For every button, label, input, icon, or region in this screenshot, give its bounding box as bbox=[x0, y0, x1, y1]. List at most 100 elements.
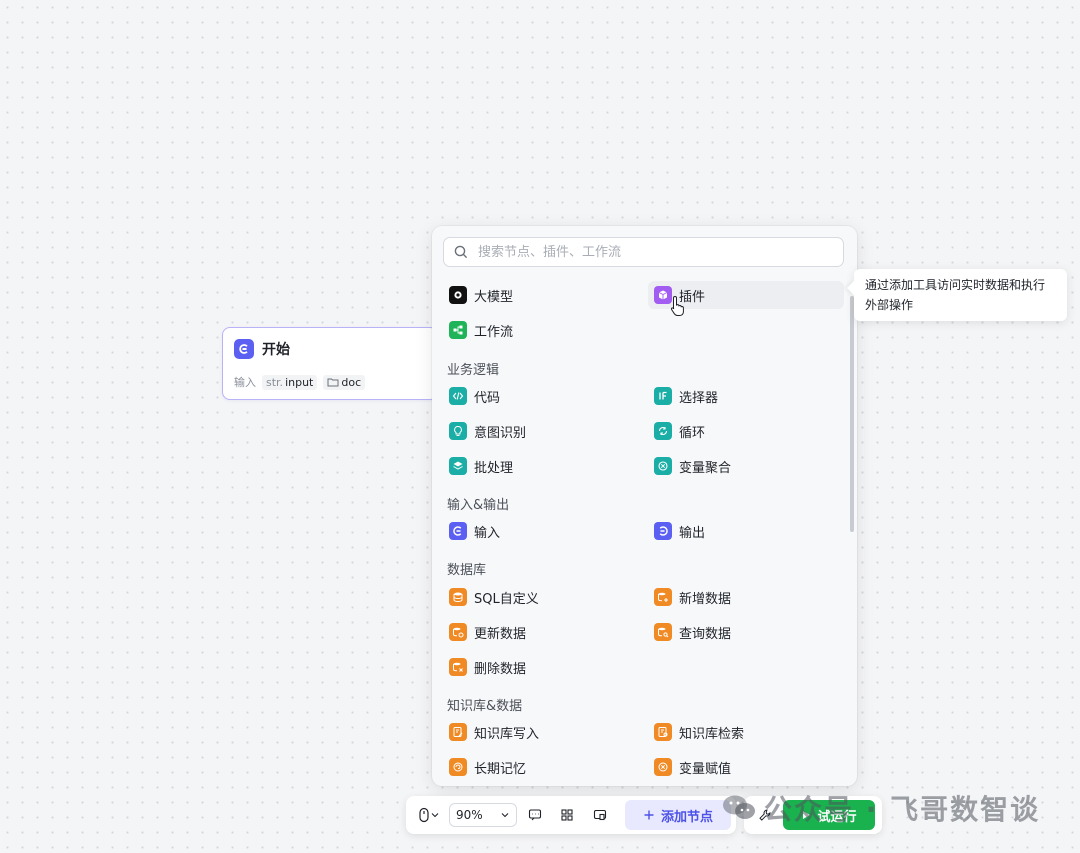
database-add-icon bbox=[654, 588, 672, 606]
node-item-aggregate[interactable]: 变量聚合 bbox=[648, 452, 844, 480]
add-node-label: 添加节点 bbox=[660, 809, 713, 825]
io-label: 输入 bbox=[234, 376, 256, 389]
node-item-assign-variable[interactable]: 变量赋值 bbox=[648, 753, 844, 781]
node-item-selector[interactable]: 选择器 bbox=[648, 382, 844, 410]
node-item-kb-write[interactable]: 知识库写入 bbox=[443, 718, 639, 746]
node-item-delete-data[interactable]: 删除数据 bbox=[443, 653, 639, 681]
param-name: input bbox=[285, 375, 314, 389]
node-item-label: 代码 bbox=[474, 390, 501, 406]
node-item-label: 输入 bbox=[474, 525, 501, 541]
code-icon bbox=[449, 387, 467, 405]
watermark-text: 公众号 · 飞哥数智谈 bbox=[764, 793, 1041, 826]
workflow-icon bbox=[449, 321, 467, 339]
plugin-tooltip: 通过添加工具访问实时数据和执行 外部操作 bbox=[854, 269, 1067, 321]
node-item-label: 意图识别 bbox=[474, 425, 527, 441]
node-item-intent[interactable]: 意图识别 bbox=[443, 417, 639, 445]
node-item-batch[interactable]: 批处理 bbox=[443, 452, 639, 480]
start-icon bbox=[234, 339, 254, 359]
chevron-down-icon bbox=[501, 813, 509, 818]
node-item-llm[interactable]: 大模型 bbox=[443, 281, 639, 309]
add-node-button[interactable]: 添加节点 bbox=[625, 800, 731, 830]
node-item-update-data[interactable]: 更新数据 bbox=[443, 618, 639, 646]
knowledge-search-icon bbox=[654, 723, 672, 741]
knowledge-write-icon bbox=[449, 723, 467, 741]
node-item-long-memory[interactable]: 长期记忆 bbox=[443, 753, 639, 781]
node-item-label: 知识库写入 bbox=[474, 726, 540, 742]
llm-icon bbox=[449, 286, 467, 304]
zoom-select[interactable]: 90% bbox=[449, 803, 517, 827]
if-icon bbox=[654, 387, 672, 405]
node-item-label: 删除数据 bbox=[474, 661, 527, 677]
tooltip-line-2: 外部操作 bbox=[865, 298, 914, 312]
param-type: str. bbox=[266, 375, 284, 389]
memory-icon bbox=[449, 758, 467, 776]
node-item-kb-search[interactable]: 知识库检索 bbox=[648, 718, 844, 746]
lightbulb-icon bbox=[449, 422, 467, 440]
node-item-label: 选择器 bbox=[679, 390, 719, 406]
database-delete-icon bbox=[449, 658, 467, 676]
merge-icon bbox=[654, 457, 672, 475]
workflow-canvas[interactable]: 开始 输入 str.input doc 大模型 插件 bbox=[0, 0, 1080, 853]
node-item-code[interactable]: 代码 bbox=[443, 382, 639, 410]
interaction-mode-button[interactable] bbox=[414, 805, 444, 825]
grid-icon bbox=[561, 809, 573, 821]
node-item-output[interactable]: 输出 bbox=[648, 517, 844, 545]
section-title-io: 输入&输出 bbox=[447, 498, 510, 513]
node-item-query-data[interactable]: 查询数据 bbox=[648, 618, 844, 646]
minimap-icon bbox=[593, 809, 607, 821]
node-item-label: 工作流 bbox=[474, 324, 514, 340]
loop-icon bbox=[654, 422, 672, 440]
add-node-panel: 大模型 插件 工作流 业务逻辑 代码 选择器 意图识别 循环 bbox=[432, 226, 857, 786]
node-item-insert-data[interactable]: 新增数据 bbox=[648, 583, 844, 611]
node-item-label: 变量聚合 bbox=[679, 460, 732, 476]
database-edit-icon bbox=[449, 623, 467, 641]
search-input[interactable] bbox=[476, 243, 820, 261]
database-icon bbox=[449, 588, 467, 606]
node-item-label: 变量赋值 bbox=[679, 761, 732, 777]
node-item-label: 循环 bbox=[679, 425, 706, 441]
layout-button[interactable] bbox=[557, 805, 577, 825]
node-item-label: 大模型 bbox=[474, 289, 514, 305]
node-item-label: 更新数据 bbox=[474, 626, 527, 642]
comment-button[interactable] bbox=[525, 805, 545, 825]
node-item-label: 查询数据 bbox=[679, 626, 732, 642]
search-icon bbox=[454, 245, 468, 259]
param-tag-input: str. input bbox=[262, 374, 318, 390]
param-tag-doc: doc bbox=[323, 374, 366, 390]
section-title-knowledge: 知识库&数据 bbox=[447, 699, 523, 714]
start-node-title: 开始 bbox=[262, 342, 290, 358]
start-node[interactable]: 开始 输入 str. input doc bbox=[222, 327, 438, 400]
node-item-sql[interactable]: SQL自定义 bbox=[443, 583, 639, 611]
output-icon bbox=[654, 522, 672, 540]
node-item-workflow[interactable]: 工作流 bbox=[443, 316, 639, 344]
node-item-label: 批处理 bbox=[474, 460, 514, 476]
node-item-label: 长期记忆 bbox=[474, 761, 527, 777]
node-search[interactable] bbox=[443, 237, 844, 267]
wechat-logo-icon bbox=[723, 795, 755, 819]
start-node-header: 开始 bbox=[234, 339, 290, 359]
mouse-icon bbox=[419, 807, 429, 823]
section-title-logic: 业务逻辑 bbox=[447, 363, 500, 378]
layers-icon bbox=[449, 457, 467, 475]
node-item-loop[interactable]: 循环 bbox=[648, 417, 844, 445]
section-title-database: 数据库 bbox=[447, 563, 487, 578]
node-item-label: SQL自定义 bbox=[474, 591, 539, 607]
folder-icon bbox=[327, 378, 339, 387]
canvas-toolbar: 90% 添加节点 bbox=[406, 796, 736, 834]
comment-icon bbox=[528, 809, 542, 821]
node-item-label: 知识库检索 bbox=[679, 726, 745, 742]
tooltip-line-1: 通过添加工具访问实时数据和执行 bbox=[865, 278, 1046, 292]
node-item-label: 输出 bbox=[679, 525, 706, 541]
param-name: doc bbox=[341, 375, 362, 389]
chevron-down-icon bbox=[431, 813, 439, 818]
node-item-input[interactable]: 输入 bbox=[443, 517, 639, 545]
panel-scrollbar[interactable] bbox=[850, 296, 854, 532]
minimap-button[interactable] bbox=[590, 805, 610, 825]
zoom-value: 90% bbox=[456, 808, 483, 822]
watermark: 公众号 · 飞哥数智谈 bbox=[722, 788, 1040, 828]
hand-cursor-icon bbox=[670, 295, 684, 316]
variable-icon bbox=[654, 758, 672, 776]
node-item-label: 新增数据 bbox=[679, 591, 732, 607]
database-search-icon bbox=[654, 623, 672, 641]
start-node-io: 输入 str. input doc bbox=[234, 374, 366, 390]
